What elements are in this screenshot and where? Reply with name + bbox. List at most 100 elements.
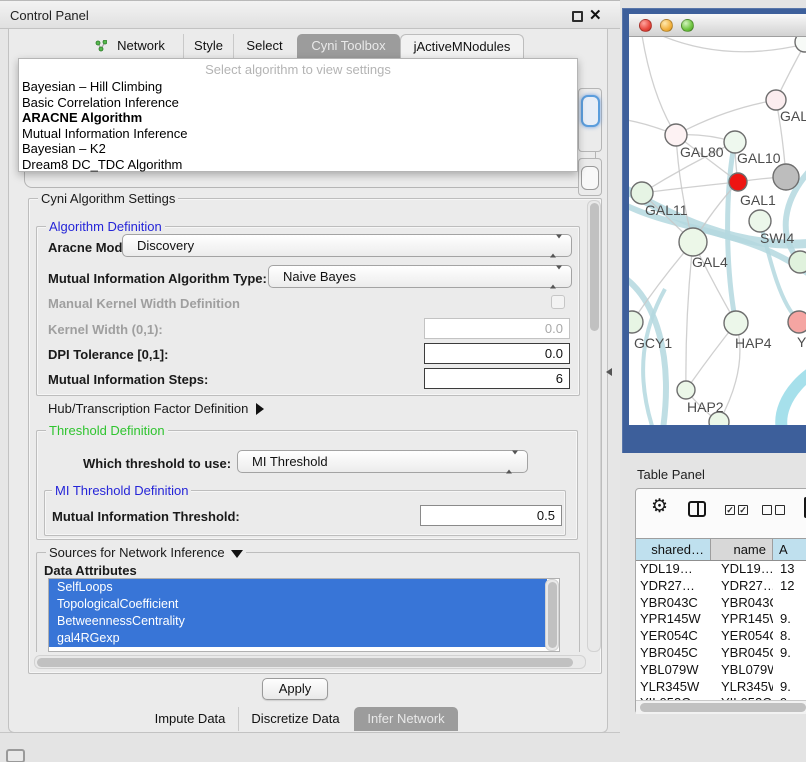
tab-jactivemnodules[interactable]: jActiveMNodules [400, 34, 524, 58]
network-node[interactable] [789, 251, 806, 273]
network-node[interactable] [773, 164, 799, 190]
network-node-swi4[interactable] [749, 210, 771, 232]
which-threshold-select[interactable]: MI Threshold [237, 450, 528, 473]
manual-kernel-checkbox[interactable] [551, 295, 565, 309]
tab-discretize-data-label: Discretize Data [251, 711, 339, 726]
algorithm-option[interactable]: ARACNE Algorithm [21, 110, 575, 126]
close-window-icon[interactable] [639, 19, 652, 32]
network-node-hap2[interactable] [677, 381, 695, 399]
control-panel-title: Control Panel [10, 8, 89, 23]
focused-button-fragment[interactable] [581, 95, 600, 127]
tab-style[interactable]: Style [183, 34, 233, 58]
table-column-header[interactable]: name [711, 539, 773, 560]
tab-infer-network-label: Infer Network [367, 711, 444, 726]
zoom-window-icon[interactable] [681, 19, 694, 32]
close-icon[interactable]: ✕ [589, 6, 602, 24]
table-row[interactable]: YBR043CYBR043C [636, 595, 806, 612]
gear-icon[interactable]: ⚙ [651, 495, 668, 518]
table-horizontal-scrollbar[interactable] [636, 700, 806, 714]
collapsed-panel-icon[interactable] [6, 749, 25, 762]
table-cell: YBR045C [636, 645, 711, 662]
network-canvas[interactable]: GALGAL80GAL10GAL1GAL11SWI4GAL4GCY1HAP4YH… [629, 37, 806, 425]
data-attribute-item[interactable]: BetweennessCentrality [49, 613, 547, 630]
expand-arrow-icon[interactable] [256, 403, 264, 415]
dpi-tolerance-field[interactable] [424, 343, 570, 364]
network-node-gal[interactable] [766, 90, 786, 110]
network-node-gal11[interactable] [631, 182, 653, 204]
network-node-y[interactable] [788, 311, 806, 333]
hub-definition-toggle[interactable]: Hub/Transcription Factor Definition [48, 401, 264, 416]
minimize-window-icon[interactable] [660, 19, 673, 32]
data-attribute-item[interactable]: TopologicalCoefficient [49, 596, 547, 613]
tab-network-label: Network [117, 38, 165, 53]
data-attribute-item[interactable]: gal4RGexp [49, 630, 547, 647]
unchecked-box-icon[interactable] [775, 505, 785, 515]
sources-title[interactable]: Sources for Network Inference [46, 545, 246, 560]
network-edge[interactable] [632, 242, 693, 322]
table-cell: YPR145W [636, 611, 711, 628]
network-node-hap4[interactable] [724, 311, 748, 335]
settings-horizontal-scrollbar[interactable] [34, 655, 586, 669]
float-window-icon[interactable] [572, 11, 583, 22]
screen: Control Panel ✕ Network Style Select Cyn… [0, 0, 806, 762]
network-edge[interactable] [641, 37, 676, 135]
data-attribute-item[interactable]: SelfLoops [49, 579, 547, 596]
split-panes-icon[interactable] [688, 501, 706, 517]
aracne-mode-select[interactable]: Discovery [122, 234, 572, 257]
settings-vertical-scrollbar[interactable] [587, 200, 601, 652]
mi-steps-field[interactable] [424, 368, 570, 389]
tab-cyni-toolbox[interactable]: Cyni Toolbox [297, 34, 400, 58]
mi-threshold-label: Mutual Information Threshold: [52, 509, 240, 524]
table-column-header[interactable]: shared… [636, 539, 711, 560]
kernel-width-field[interactable] [424, 318, 570, 339]
network-titlebar[interactable] [629, 14, 806, 37]
checked-box-icon[interactable]: ✓ [725, 505, 735, 515]
network-edge[interactable] [676, 100, 776, 135]
table-cell: YER054C [636, 628, 711, 645]
mi-type-select[interactable]: Naive Bayes [268, 265, 572, 288]
network-edge[interactable] [781, 369, 806, 425]
tab-select[interactable]: Select [233, 34, 295, 58]
apply-button[interactable]: Apply [262, 678, 328, 700]
tab-impute-data[interactable]: Impute Data [142, 707, 238, 731]
table-column-header[interactable]: A [773, 539, 806, 560]
network-node[interactable] [795, 37, 806, 52]
algorithm-option[interactable]: Bayesian – K2 [21, 141, 575, 157]
algorithm-option[interactable]: Bayesian – Hill Climbing [21, 79, 575, 95]
network-node-gal80[interactable] [665, 124, 687, 146]
table-row[interactable]: YBL079WYBL079W [636, 662, 806, 679]
table-body: YDL19…YDL19…13YDR27…YDR27…12YBR043CYBR04… [636, 561, 806, 700]
network-node-gal1[interactable] [729, 173, 747, 191]
table-row[interactable]: YLR345WYLR345W9. [636, 679, 806, 696]
attributes-scrollbar[interactable] [545, 579, 559, 651]
mi-type-label: Mutual Information Algorithm Type: [48, 271, 267, 286]
tab-select-label: Select [246, 38, 282, 53]
table-row[interactable]: YBR045CYBR045C9. [636, 645, 806, 662]
network-node-gal4[interactable] [679, 228, 707, 256]
network-node-gcy1[interactable] [629, 311, 643, 333]
mi-threshold-field[interactable] [420, 505, 562, 526]
algorithm-list: Bayesian – Hill ClimbingBasic Correlatio… [21, 79, 575, 173]
cyni-settings-title: Cyni Algorithm Settings [38, 191, 178, 206]
control-panel-titlebar[interactable]: Control Panel ✕ [0, 0, 620, 29]
table-row[interactable]: YER054CYER054C8. [636, 628, 806, 645]
table-row[interactable]: YDR27…YDR27…12 [636, 578, 806, 595]
table-header: shared…nameA [636, 538, 806, 561]
table-row[interactable]: YPR145WYPR145W9. [636, 611, 806, 628]
network-node-label: GAL [780, 108, 806, 124]
table-row[interactable]: YDL19…YDL19…13 [636, 561, 806, 578]
manual-kernel-label: Manual Kernel Width Definition [48, 296, 240, 311]
combo-fragment[interactable] [581, 166, 599, 190]
algorithm-popup: Select algorithm to view settings Bayesi… [18, 58, 578, 172]
algorithm-option[interactable]: Dream8 DC_TDC Algorithm [21, 157, 575, 173]
unchecked-box-icon[interactable] [762, 505, 772, 515]
tab-discretize-data[interactable]: Discretize Data [238, 707, 352, 731]
collapse-arrow-icon[interactable] [231, 550, 243, 558]
algorithm-option[interactable]: Basic Correlation Inference [21, 95, 575, 111]
tab-network[interactable]: Network [86, 34, 180, 58]
network-edge[interactable] [647, 37, 805, 52]
aracne-mode-value: Discovery [137, 238, 194, 253]
tab-infer-network[interactable]: Infer Network [354, 707, 458, 731]
checked-box-icon[interactable]: ✓ [738, 505, 748, 515]
algorithm-option[interactable]: Mutual Information Inference [21, 126, 575, 142]
